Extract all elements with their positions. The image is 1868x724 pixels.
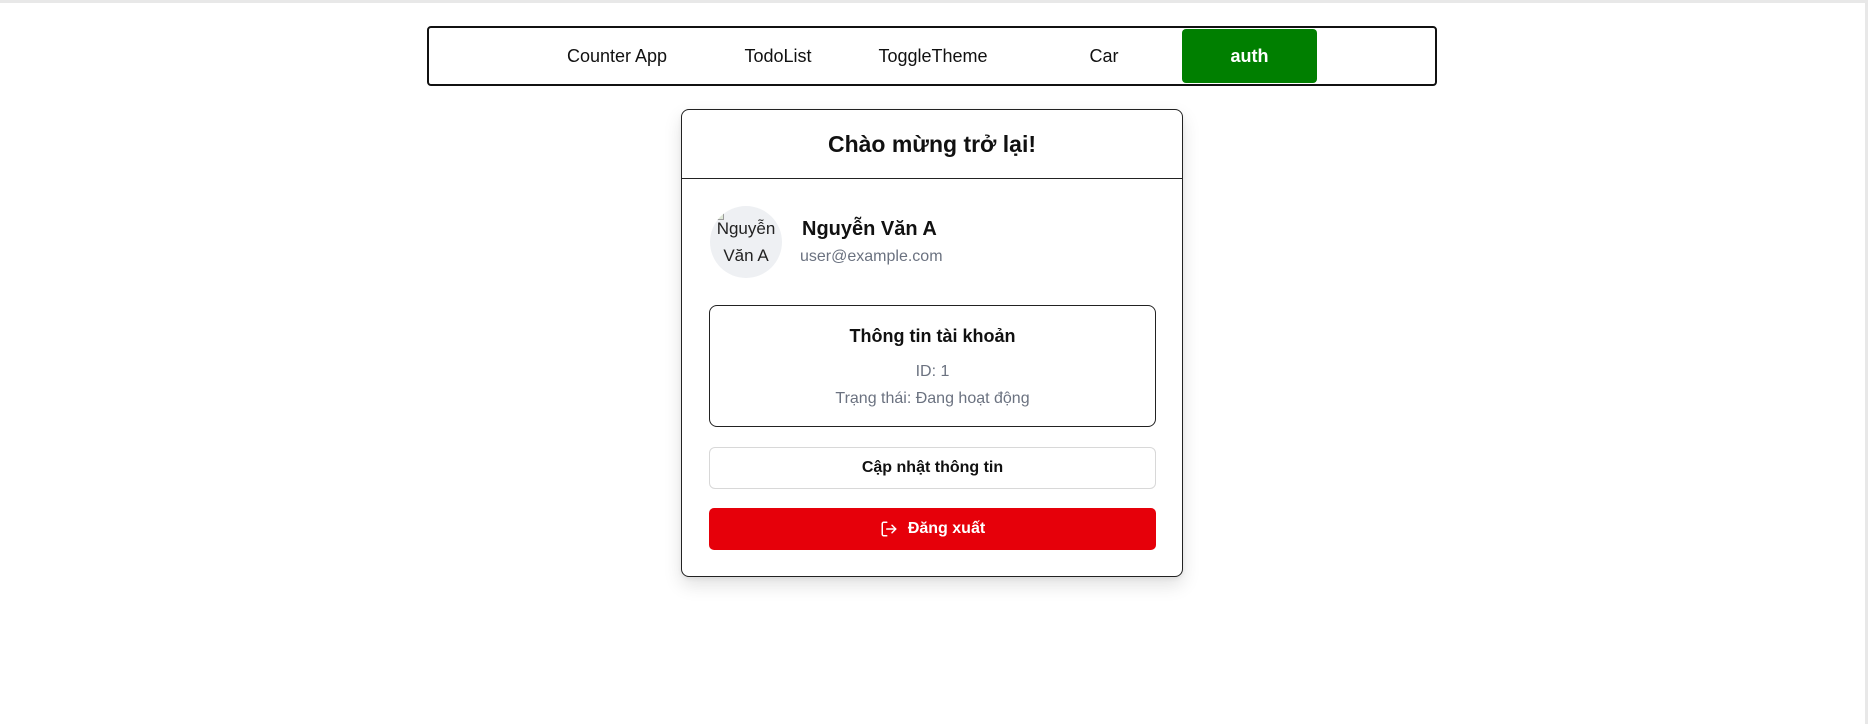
- avatar-alt-line1: Nguyễn: [716, 219, 776, 238]
- card-title: Chào mừng trở lại!: [827, 130, 1037, 157]
- nav-item-counter-app[interactable]: Counter App: [549, 28, 685, 84]
- logout-icon: [881, 521, 897, 537]
- nav-item-todolist[interactable]: TodoList: [718, 28, 838, 84]
- update-info-button[interactable]: Cập nhật thông tin: [709, 447, 1156, 489]
- nav-item-car[interactable]: Car: [1054, 28, 1154, 84]
- account-id: ID: 1: [915, 363, 950, 380]
- welcome-card: Chào mừng trở lại! Nguyễn Văn A Nguyễn V…: [681, 109, 1183, 577]
- logout-label: Đăng xuất: [907, 520, 986, 537]
- profile-row: Nguyễn Văn A Nguyễn Văn A user@example.c…: [710, 206, 1150, 282]
- top-navbar: Counter App TodoList ToggleTheme Car aut…: [427, 26, 1437, 86]
- nav-item-toggletheme[interactable]: ToggleTheme: [858, 28, 1008, 84]
- nav-item-auth[interactable]: auth: [1182, 29, 1317, 83]
- user-email: user@example.com: [800, 248, 943, 265]
- account-info-title: Thông tin tài khoản: [849, 326, 1016, 346]
- broken-image-icon: [714, 210, 724, 220]
- avatar: Nguyễn Văn A: [710, 206, 782, 278]
- card-header: Chào mừng trở lại!: [682, 110, 1182, 179]
- user-name: Nguyễn Văn A: [802, 218, 937, 240]
- avatar-alt-line2: Văn A: [723, 246, 769, 265]
- account-info-box: Thông tin tài khoản ID: 1 Trạng thái: Đa…: [709, 305, 1156, 427]
- logout-button[interactable]: Đăng xuất: [709, 508, 1156, 550]
- account-status: Trạng thái: Đang hoạt động: [835, 390, 1030, 407]
